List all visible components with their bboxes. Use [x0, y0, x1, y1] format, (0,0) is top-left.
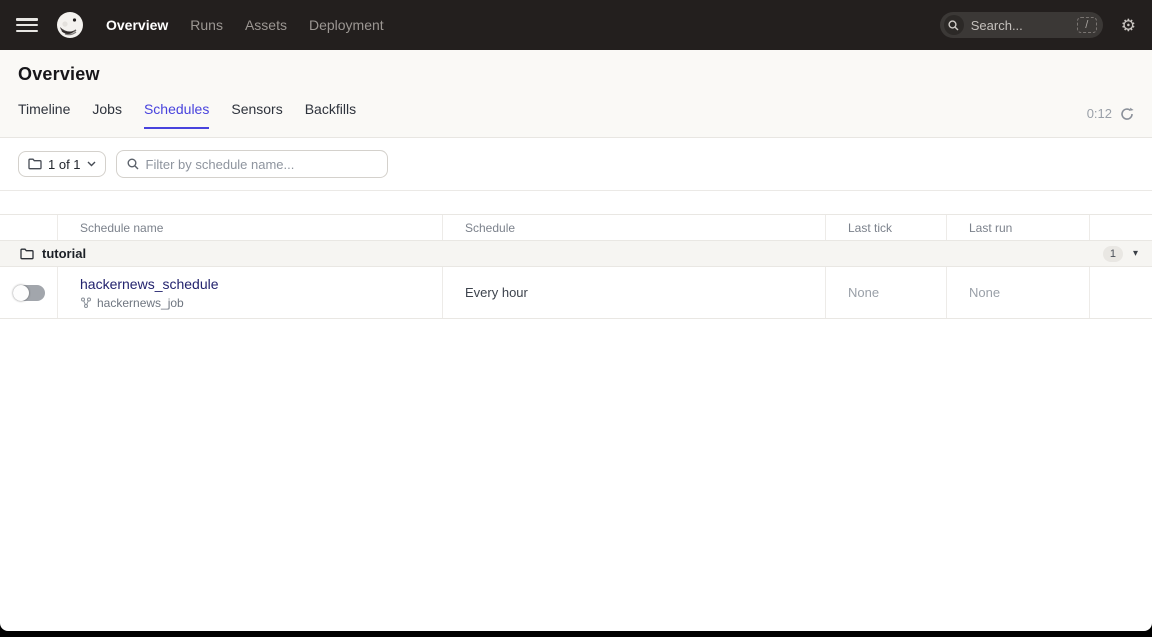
last-run-cell: None	[947, 267, 1090, 318]
col-toggle	[0, 215, 58, 240]
tab-sensors[interactable]: Sensors	[231, 101, 282, 129]
folder-icon	[28, 158, 42, 170]
page-header: Overview Timeline Jobs Schedules Sensors…	[0, 50, 1152, 138]
repo-filter-label: 1 of 1	[48, 157, 81, 172]
job-icon	[80, 297, 92, 309]
refresh-icon[interactable]	[1120, 107, 1134, 121]
nav-item-runs[interactable]: Runs	[190, 17, 223, 33]
search-icon	[944, 15, 964, 35]
dagster-logo-icon[interactable]	[56, 11, 84, 39]
group-count-badge: 1	[1103, 246, 1123, 262]
nav-item-deployment[interactable]: Deployment	[309, 17, 384, 33]
tab-timeline[interactable]: Timeline	[18, 101, 70, 129]
spacer	[0, 191, 1152, 214]
tab-backfills[interactable]: Backfills	[305, 101, 356, 129]
last-tick-cell: None	[826, 267, 947, 318]
search-icon	[127, 158, 139, 170]
page-title: Overview	[18, 64, 1134, 85]
col-actions	[1090, 215, 1152, 240]
col-last-tick: Last tick	[826, 215, 947, 240]
nav-item-assets[interactable]: Assets	[245, 17, 287, 33]
repo-group-row[interactable]: tutorial 1 ▾	[0, 241, 1152, 267]
schedule-enable-toggle[interactable]	[13, 285, 45, 301]
row-actions-cell	[1090, 267, 1152, 318]
overview-tabs: Timeline Jobs Schedules Sensors Backfill…	[18, 101, 356, 129]
refresh-countdown: 0:12	[1087, 106, 1112, 121]
main-content: Overview Timeline Jobs Schedules Sensors…	[0, 50, 1152, 631]
job-name-link[interactable]: hackernews_job	[97, 296, 184, 310]
col-schedule-name: Schedule name	[58, 215, 443, 240]
col-schedule: Schedule	[443, 215, 826, 240]
schedule-name-cell: hackernews_schedule hackernews_job	[58, 267, 443, 318]
repo-filter-dropdown[interactable]: 1 of 1	[18, 151, 106, 177]
tab-schedules[interactable]: Schedules	[144, 101, 209, 129]
topnav-right-section: Search... / ⚙	[940, 12, 1136, 38]
chevron-down-icon	[87, 161, 96, 167]
search-shortcut-badge: /	[1077, 17, 1097, 33]
schedule-cadence-cell: Every hour	[443, 267, 826, 318]
folder-icon	[20, 248, 34, 260]
global-search-input[interactable]: Search... /	[940, 12, 1103, 38]
tab-jobs[interactable]: Jobs	[92, 101, 122, 129]
tabs-row: Timeline Jobs Schedules Sensors Backfill…	[18, 101, 1134, 129]
primary-nav: Overview Runs Assets Deployment	[106, 17, 384, 33]
hamburger-menu-icon[interactable]	[16, 18, 38, 32]
top-navigation-bar: Overview Runs Assets Deployment Search..…	[0, 0, 1152, 50]
gear-icon[interactable]: ⚙	[1121, 17, 1136, 34]
search-placeholder-text: Search...	[971, 18, 1077, 33]
filter-toolbar: 1 of 1	[0, 138, 1152, 191]
schedule-filter-field[interactable]	[116, 150, 388, 178]
toggle-cell	[0, 267, 58, 318]
collapse-caret-icon[interactable]: ▾	[1133, 248, 1138, 259]
col-last-run: Last run	[947, 215, 1090, 240]
schedule-filter-input[interactable]	[146, 157, 377, 172]
schedule-name-link[interactable]: hackernews_schedule	[80, 276, 219, 292]
schedules-table-header: Schedule name Schedule Last tick Last ru…	[0, 214, 1152, 241]
repo-group-name: tutorial	[42, 246, 86, 261]
nav-item-overview[interactable]: Overview	[106, 17, 168, 33]
schedule-table-row: hackernews_schedule hackernews_job Every…	[0, 267, 1152, 319]
empty-area	[0, 319, 1152, 579]
